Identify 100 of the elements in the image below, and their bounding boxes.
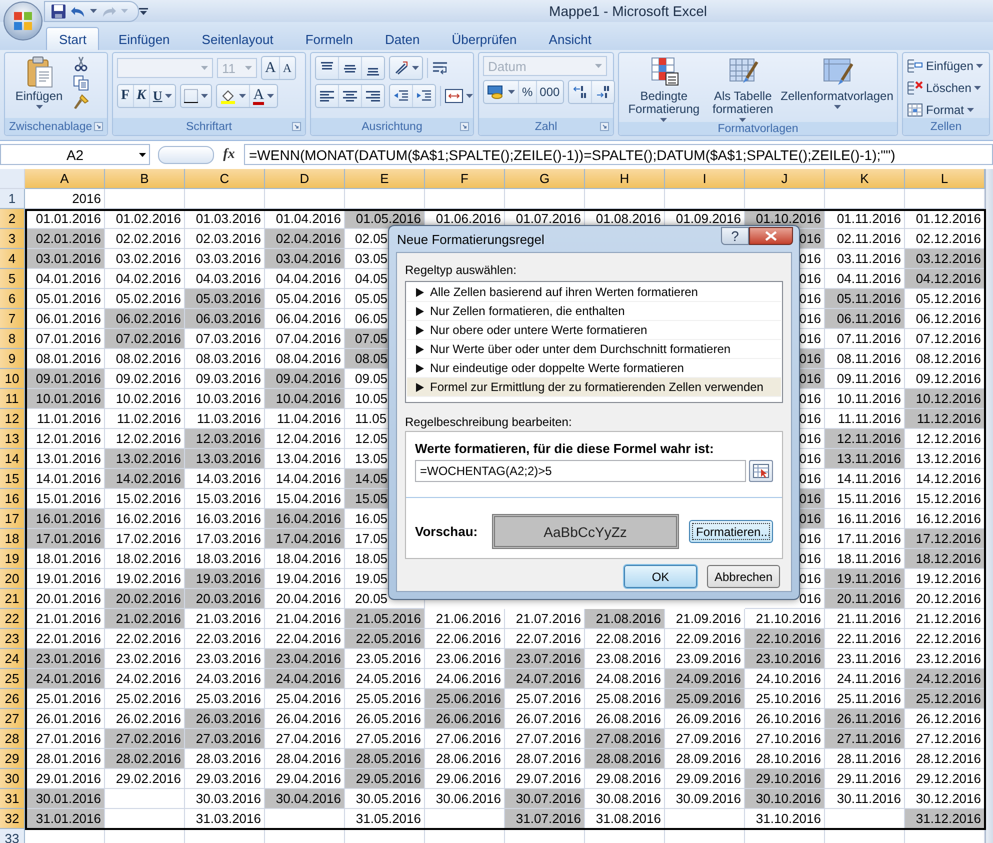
row-header[interactable]: 33 bbox=[0, 829, 25, 843]
italic-button[interactable]: K bbox=[134, 85, 150, 107]
table-cell: 17.11.2016 bbox=[825, 529, 905, 549]
table-cell: 20.02.2016 bbox=[105, 589, 185, 609]
rule-type-item[interactable]: Formel zur Ermittlung der zu formatierenden Zellen verwenden bbox=[407, 378, 781, 397]
row-header[interactable]: 15 bbox=[0, 469, 25, 489]
row-header[interactable]: 32 bbox=[0, 809, 25, 829]
row-header[interactable]: 6 bbox=[0, 289, 25, 309]
rule-type-item[interactable]: Nur Werte über oder unter dem Durchschnitt formatieren bbox=[407, 340, 781, 359]
style-button[interactable]: Zellenformatvorlagen bbox=[781, 56, 893, 109]
rule-type-item[interactable]: Nur Zellen formatieren, die enthalten bbox=[407, 302, 781, 321]
column-header[interactable]: E bbox=[345, 169, 425, 189]
ribbon-tab[interactable]: Einfügen bbox=[105, 27, 183, 50]
table-cell: 07.04.2016 bbox=[265, 329, 345, 349]
row-header[interactable]: 3 bbox=[0, 229, 25, 249]
column-header[interactable]: K bbox=[825, 169, 905, 189]
row-header[interactable]: 9 bbox=[0, 349, 25, 369]
row-header[interactable]: 2 bbox=[0, 209, 25, 229]
dialog-button[interactable]: OK bbox=[624, 565, 697, 588]
row-header[interactable]: 1 bbox=[0, 189, 25, 209]
column-header[interactable]: B bbox=[105, 169, 185, 189]
table-cell: 26.09.2016 bbox=[665, 709, 745, 729]
formula-input[interactable]: =WOCHENTAG(A2;2)>5 bbox=[415, 460, 746, 482]
scissors-icon[interactable] bbox=[73, 56, 89, 72]
help-button[interactable]: ? bbox=[721, 227, 749, 245]
column-header[interactable]: D bbox=[265, 169, 345, 189]
row-header[interactable]: 5 bbox=[0, 269, 25, 289]
close-button[interactable] bbox=[749, 227, 793, 245]
paste-button[interactable]: Einfügen bbox=[9, 56, 69, 118]
ribbon-tab[interactable]: Daten bbox=[372, 27, 433, 50]
shrink-font-button[interactable]: A bbox=[280, 57, 295, 79]
column-header[interactable]: J bbox=[745, 169, 825, 189]
name-box[interactable]: A2 bbox=[0, 144, 150, 165]
row-header[interactable]: 16 bbox=[0, 489, 25, 509]
row-header[interactable]: 22 bbox=[0, 609, 25, 629]
row-header[interactable]: 7 bbox=[0, 309, 25, 329]
row-header[interactable]: 8 bbox=[0, 329, 25, 349]
row-header[interactable]: 26 bbox=[0, 689, 25, 709]
grow-font-button[interactable]: A bbox=[262, 57, 280, 79]
row-header[interactable]: 20 bbox=[0, 569, 25, 589]
ribbon-tab[interactable]: Formeln bbox=[292, 27, 366, 50]
launcher-icon[interactable] bbox=[292, 122, 301, 131]
row-header[interactable]: 4 bbox=[0, 249, 25, 269]
row-header[interactable]: 18 bbox=[0, 529, 25, 549]
launcher-icon[interactable] bbox=[460, 122, 469, 131]
row-header[interactable]: 12 bbox=[0, 409, 25, 429]
row-header[interactable]: 14 bbox=[0, 449, 25, 469]
save-icon[interactable] bbox=[51, 4, 66, 18]
resize-handle[interactable] bbox=[158, 146, 214, 164]
wrap-text-icon[interactable] bbox=[432, 60, 448, 76]
customize-icon[interactable] bbox=[139, 6, 148, 16]
column-header[interactable]: H bbox=[585, 169, 665, 189]
thousands-button[interactable]: 000 bbox=[536, 81, 563, 103]
column-header[interactable]: L bbox=[905, 169, 985, 189]
launcher-icon[interactable] bbox=[600, 122, 609, 131]
percent-button[interactable]: % bbox=[519, 81, 537, 103]
column-header[interactable]: G bbox=[505, 169, 585, 189]
row-header[interactable]: 13 bbox=[0, 429, 25, 449]
brush-icon[interactable] bbox=[73, 94, 89, 110]
row-header[interactable]: 28 bbox=[0, 729, 25, 749]
row-header[interactable]: 31 bbox=[0, 789, 25, 809]
copy-icon[interactable] bbox=[73, 75, 89, 91]
style-button[interactable]: Bedingte Formatierung bbox=[623, 56, 705, 122]
ribbon-tab[interactable]: Überprüfen bbox=[438, 27, 530, 50]
cells-button[interactable]: Löschen bbox=[907, 80, 984, 96]
row-header[interactable]: 17 bbox=[0, 509, 25, 529]
row-header[interactable]: 29 bbox=[0, 749, 25, 769]
column-header[interactable]: I bbox=[665, 169, 745, 189]
format-button[interactable]: Formatieren... bbox=[689, 520, 773, 543]
insert-function-button[interactable]: fx bbox=[214, 146, 244, 162]
ribbon-tab[interactable]: Seitenlayout bbox=[188, 27, 286, 50]
row-header[interactable]: 25 bbox=[0, 669, 25, 689]
formula-field[interactable]: =WENN(MONAT(DATUM($A$1;SPALTE();ZEILE()-1))=SPALTE();DATUM($A$1;SPALTE();ZEILE()-1);"") bbox=[244, 144, 993, 165]
row-header[interactable]: 11 bbox=[0, 389, 25, 409]
rule-type-item[interactable]: Alle Zellen basierend auf ihren Werten formatieren bbox=[407, 283, 781, 302]
underline-button[interactable]: U bbox=[150, 85, 176, 107]
merge-button[interactable] bbox=[445, 89, 473, 103]
table-cell: 04.01.2016 bbox=[25, 269, 105, 289]
row-header[interactable]: 30 bbox=[0, 769, 25, 789]
column-header[interactable]: C bbox=[185, 169, 265, 189]
table-cell: 19.11.2016 bbox=[825, 569, 905, 589]
ribbon-tab[interactable]: Ansicht bbox=[536, 27, 604, 50]
cells-button[interactable]: Einfügen bbox=[907, 58, 984, 74]
row-header[interactable]: 19 bbox=[0, 549, 25, 569]
dialog-button[interactable]: Abbrechen bbox=[707, 565, 780, 588]
rule-type-item[interactable]: Nur obere oder untere Werte formatieren bbox=[407, 321, 781, 340]
row-header[interactable]: 10 bbox=[0, 369, 25, 389]
launcher-icon[interactable] bbox=[94, 122, 103, 131]
ribbon-tab[interactable]: Start bbox=[46, 27, 100, 50]
row-header[interactable]: 27 bbox=[0, 709, 25, 729]
column-header[interactable]: F bbox=[425, 169, 505, 189]
cells-button[interactable]: Format bbox=[907, 102, 984, 118]
bold-button[interactable]: F bbox=[118, 85, 134, 107]
row-header[interactable]: 24 bbox=[0, 649, 25, 669]
row-header[interactable]: 21 bbox=[0, 589, 25, 609]
style-button[interactable]: Als Tabelle formatieren bbox=[706, 56, 779, 122]
range-picker-button[interactable] bbox=[749, 460, 773, 482]
row-header[interactable]: 23 bbox=[0, 629, 25, 649]
column-header[interactable]: A bbox=[25, 169, 105, 189]
table-cell: 29.08.2016 bbox=[585, 769, 665, 789]
